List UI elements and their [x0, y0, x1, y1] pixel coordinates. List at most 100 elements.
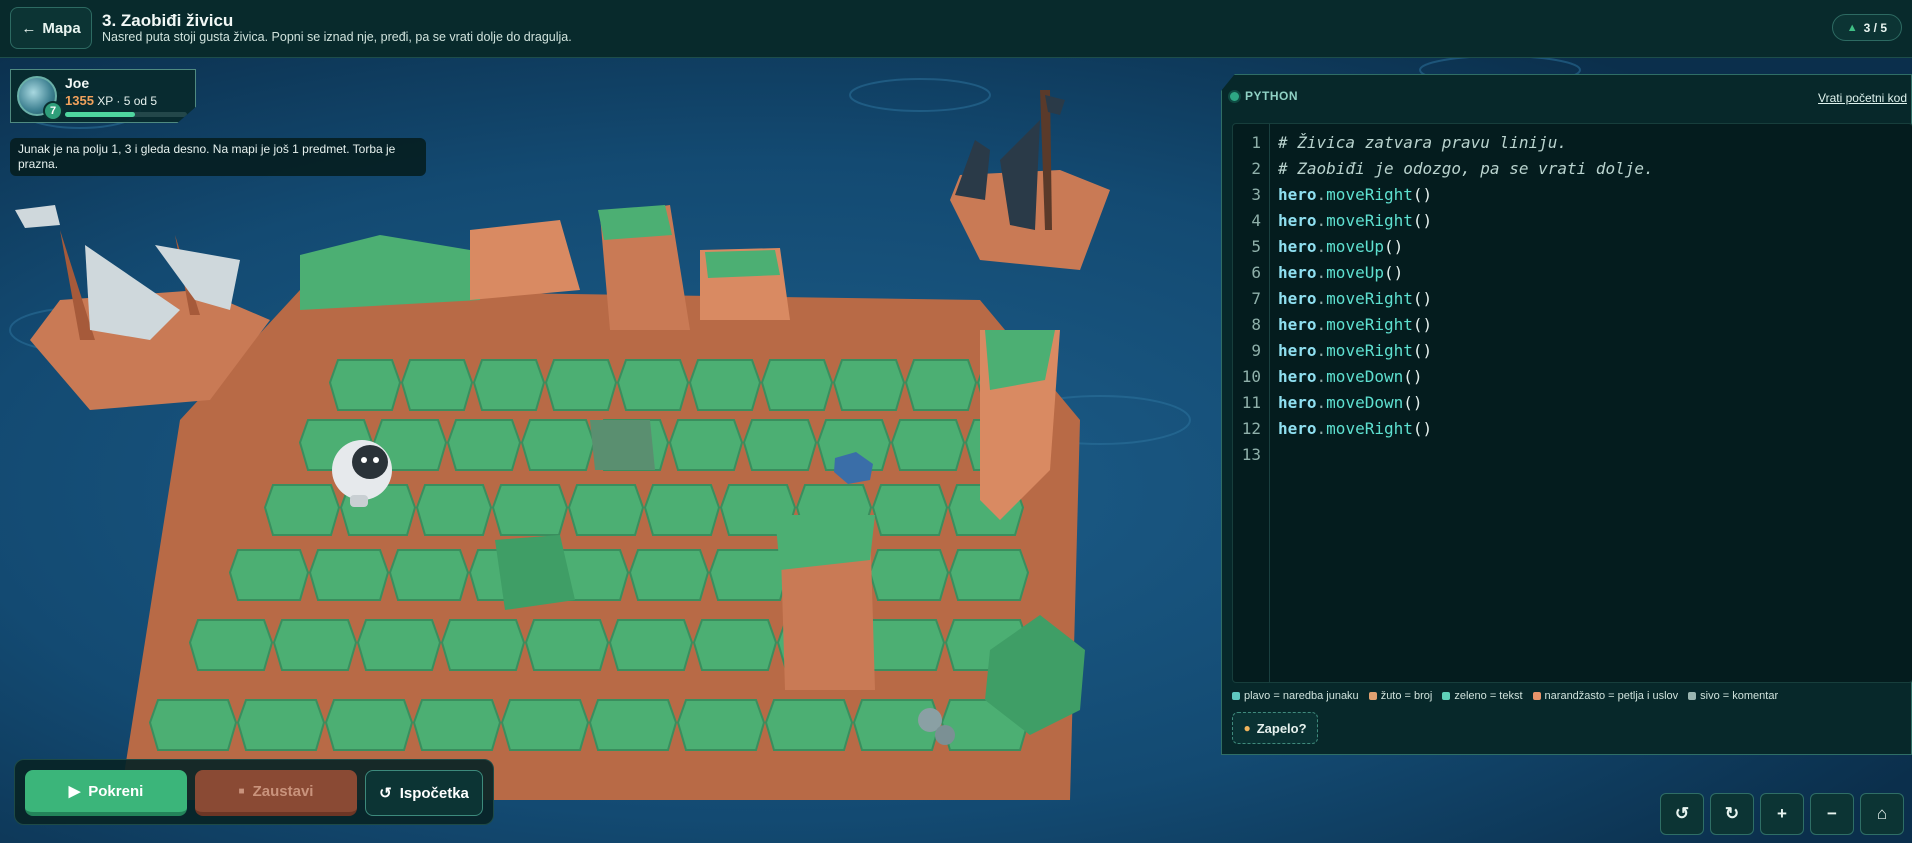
- code-line[interactable]: hero.moveRight(): [1278, 286, 1912, 312]
- grass-tile: [760, 359, 834, 411]
- code-method: moveDown: [1326, 393, 1404, 412]
- line-number: 8: [1251, 315, 1261, 334]
- grass-tile: [688, 359, 762, 411]
- code-method: moveRight: [1326, 315, 1413, 334]
- code-parens: (): [1403, 367, 1423, 386]
- rotate-right-button[interactable]: ↻: [1710, 793, 1754, 835]
- zoom-in-button[interactable]: +: [1760, 793, 1804, 835]
- play-icon: ▶: [68, 783, 81, 800]
- grass-tile: [415, 484, 493, 536]
- code-comment: # Zaobiđi je odozgo, pa se vrati dolje.: [1278, 159, 1654, 178]
- lightbulb-icon: ●: [1243, 721, 1251, 735]
- zoom-in-icon: +: [1777, 804, 1787, 823]
- grass-tile: [742, 419, 818, 471]
- run-button-label: Pokreni: [88, 782, 144, 800]
- grass-tile: [676, 699, 766, 751]
- legend-item: narandžasto = petlja i uslov: [1532, 690, 1679, 702]
- line-number: 5: [1251, 237, 1261, 256]
- grass-tile: [412, 699, 502, 751]
- code-object: hero: [1278, 263, 1317, 282]
- xp-value: 1355: [65, 93, 94, 108]
- code-object: hero: [1278, 341, 1317, 360]
- code-parens: (): [1412, 419, 1433, 438]
- legend-label: narandžasto = petlja i uslov: [1544, 690, 1679, 702]
- zoom-out-button[interactable]: −: [1810, 793, 1854, 835]
- code-line[interactable]: hero.moveRight(): [1278, 312, 1912, 338]
- code-dot: .: [1316, 341, 1327, 360]
- legend-item: sivo = komentar: [1688, 690, 1778, 702]
- code-parens: (): [1412, 211, 1433, 230]
- code-lines[interactable]: # Živica zatvara pravu liniju. # Zaobiđi …: [1278, 124, 1912, 468]
- code-line[interactable]: [1278, 442, 1912, 468]
- grass-tile: [400, 359, 474, 411]
- code-parens: (): [1412, 289, 1433, 308]
- home-view-button[interactable]: ⌂: [1860, 793, 1904, 835]
- code-line[interactable]: hero.moveRight(): [1278, 182, 1912, 208]
- stop-icon: ■: [238, 785, 245, 797]
- code-method: moveUp: [1326, 263, 1384, 282]
- code-dot: .: [1316, 263, 1327, 282]
- code-dot: .: [1316, 419, 1327, 438]
- code-object: hero: [1278, 289, 1317, 308]
- line-number: 6: [1251, 263, 1261, 282]
- grass-tile: [668, 419, 744, 471]
- code-line[interactable]: hero.moveDown(): [1278, 390, 1912, 416]
- grass-tile: [544, 359, 618, 411]
- grass-tile: [388, 549, 470, 601]
- code-method: moveRight: [1326, 341, 1413, 360]
- tree-icon: ▲: [1846, 21, 1858, 34]
- code-line[interactable]: hero.moveRight(): [1278, 416, 1912, 442]
- player-card: 7 Joe 1355 XP · 5 od 5: [10, 69, 196, 123]
- legend-label: plavo = naredba junaku: [1244, 690, 1359, 702]
- grass-tile: [643, 484, 721, 536]
- grass-tile: [628, 549, 710, 601]
- code-line[interactable]: # Živica zatvara pravu liniju.: [1278, 130, 1912, 156]
- code-line[interactable]: hero.moveUp(): [1278, 234, 1912, 260]
- grass-tile: [868, 549, 950, 601]
- arrow-left-icon: ←: [21, 19, 37, 37]
- legend-label: sivo = komentar: [1700, 690, 1779, 702]
- code-line[interactable]: hero.moveUp(): [1278, 260, 1912, 286]
- level-subtitle: Nasred puta stoji gusta živica. Popni se…: [102, 30, 572, 44]
- grass-tile: [272, 619, 358, 671]
- hint-button-label: Zapelo?: [1256, 720, 1307, 736]
- run-button[interactable]: ▶ Pokreni: [25, 770, 187, 816]
- code-method: moveRight: [1326, 419, 1413, 438]
- legend-item: plavo = naredba junaku: [1232, 690, 1359, 702]
- grass-tile: [616, 359, 690, 411]
- line-number: 9: [1251, 341, 1261, 360]
- legend-label: žuto = broj: [1380, 690, 1433, 702]
- player-name: Joe: [65, 75, 90, 91]
- grass-tile: [524, 619, 610, 671]
- code-comment: # Živica zatvara pravu liniju.: [1278, 133, 1567, 152]
- code-editor[interactable]: 1 2 3 4 5 6 7 8 9 10 11 12 13 # Živica zatvara pravu…: [1232, 123, 1912, 683]
- top-bar: ← Mapa 3. Zaobiđi živicu Nasred puta sto…: [0, 0, 1912, 58]
- run-controls: ▶ Pokreni ■ Zaustavi ↺ Ispočetka: [14, 759, 494, 825]
- line-number-gutter: 1 2 3 4 5 6 7 8 9 10 11 12 13: [1233, 124, 1270, 682]
- back-to-map-button[interactable]: ← Mapa: [10, 7, 92, 49]
- code-line[interactable]: hero.moveRight(): [1278, 208, 1912, 234]
- rotate-left-icon: ↺: [1674, 804, 1690, 823]
- code-method: moveRight: [1326, 185, 1413, 204]
- legend-swatch: [1232, 692, 1240, 700]
- code-line[interactable]: hero.moveDown(): [1278, 364, 1912, 390]
- code-dot: .: [1316, 315, 1327, 334]
- rotate-left-button[interactable]: ↺: [1660, 793, 1704, 835]
- code-line[interactable]: hero.moveRight(): [1278, 338, 1912, 364]
- code-object: hero: [1278, 315, 1317, 334]
- hint-button[interactable]: ● Zapelo?: [1232, 712, 1318, 744]
- language-dot-icon: [1230, 91, 1239, 101]
- code-dot: .: [1316, 185, 1327, 204]
- code-line[interactable]: # Zaobiđi je odozgo, pa se vrati dolje.: [1278, 156, 1912, 182]
- grass-tile: [871, 484, 949, 536]
- restart-button[interactable]: ↺ Ispočetka: [365, 770, 483, 816]
- line-number: 3: [1251, 185, 1261, 204]
- grass-tile: [324, 699, 414, 751]
- stop-button[interactable]: ■ Zaustavi: [195, 770, 357, 816]
- grass-tile: [472, 359, 546, 411]
- reset-code-link[interactable]: Vrati početni kod: [1818, 91, 1907, 105]
- grass-tile: [764, 699, 854, 751]
- line-number: 10: [1241, 367, 1261, 386]
- back-button-label: Mapa: [42, 19, 81, 37]
- code-object: hero: [1278, 393, 1317, 412]
